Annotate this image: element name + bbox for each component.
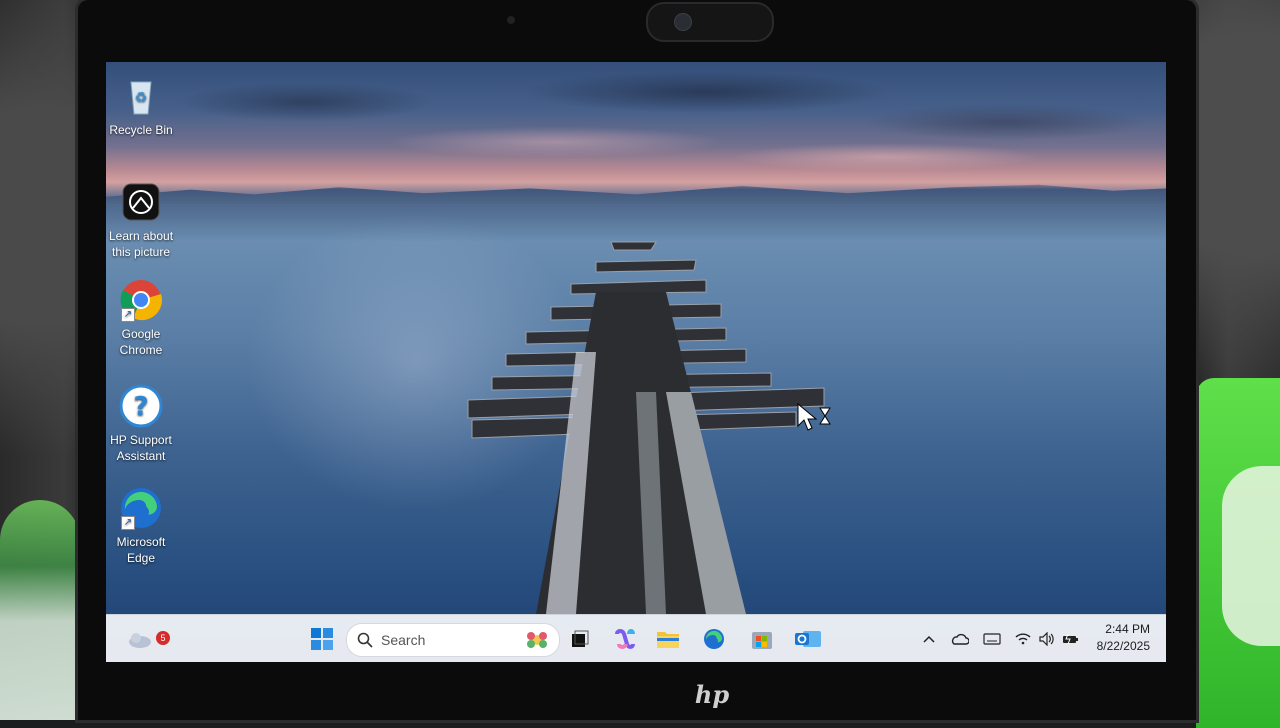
volume-button[interactable] [1036,623,1058,655]
search-icon [357,632,373,648]
recycle-bin-icon: ♻ [119,74,163,118]
desktop-icon-learn-about-picture[interactable]: Learn about this picture [106,180,181,260]
store-button[interactable] [746,623,778,655]
edge-icon: ↗ [119,486,163,530]
desktop-icon-microsoft-edge[interactable]: ↗ Microsoft Edge [106,486,181,566]
desktop-icon-label: Recycle Bin [109,123,173,137]
edge-taskbar-button[interactable] [698,623,730,655]
desktop-icon-label: Learn about [108,229,174,243]
file-explorer-icon [657,632,679,648]
chrome-icon: ↗ [119,278,163,322]
show-hidden-icons-button[interactable] [918,623,940,655]
file-explorer-button[interactable] [652,623,684,655]
desktop-icon-google-chrome[interactable]: ↗ Google Chrome [106,278,181,358]
desktop-icon-label: this picture [111,245,171,259]
wifi-icon [1015,633,1031,645]
taskbar: 5 Search 2:44 PM 8/22/2025 [106,614,1166,662]
svg-text:♻: ♻ [135,89,148,105]
outlook-button[interactable] [790,623,826,655]
desktop-icon-label: Chrome [119,343,163,357]
clock-date: 8/22/2025 [1096,639,1150,653]
notification-badge: 5 [156,631,170,645]
outlook-icon [795,631,821,647]
task-view-button[interactable] [564,623,596,655]
battery-icon [1063,633,1078,645]
desktop-icon-label: Google [121,327,161,341]
battery-button[interactable] [1060,623,1082,655]
camera-light [507,16,515,24]
desktop-screen: ♻ Recycle Bin Learn about this picture ↗ [106,62,1166,662]
desktop-icon-recycle-bin[interactable]: ♻ Recycle Bin [106,74,181,138]
green-object-decoration [1196,378,1280,728]
onedrive-tray-button[interactable] [948,623,972,655]
edge-icon [704,629,724,649]
network-button[interactable] [1012,623,1034,655]
volume-icon [1039,632,1054,646]
plant-decoration [0,500,80,720]
desktop-icon-label: HP Support [110,433,172,447]
chevron-up-icon [923,635,935,643]
touch-keyboard-button[interactable] [980,623,1004,655]
hp-logo: hp [694,680,730,709]
desktop-icon-label: Assistant [116,449,166,463]
camera-icon [119,180,163,224]
help-icon: ? [119,384,163,428]
keyboard-icon [983,633,1001,645]
desktop-icon-hp-support-assistant[interactable]: ? HP Support Assistant [106,384,181,464]
svg-text:?: ? [133,392,148,422]
wallpaper-pier [467,241,825,614]
clock-time: 2:44 PM [1105,622,1150,636]
search-highlight-icon [527,632,547,648]
start-button[interactable] [306,623,338,655]
task-view-icon [572,630,589,647]
shortcut-arrow-icon: ↗ [121,516,135,530]
search-box[interactable]: Search [346,623,560,657]
onedrive-icon [951,633,969,645]
mouse-cursor-busy [796,402,836,441]
weather-icon [129,633,151,648]
copilot-button[interactable] [608,623,640,655]
store-icon [752,632,772,649]
start-icon [311,628,333,650]
shortcut-arrow-icon: ↗ [121,308,135,322]
desktop-icon-label: Edge [126,551,156,565]
copilot-icon [615,629,635,649]
webcam [646,2,774,42]
search-placeholder: Search [381,632,426,648]
weather-widget[interactable]: 5 [124,623,170,655]
system-clock[interactable]: 2:44 PM 8/22/2025 [1097,621,1150,655]
desktop-icon-label: Microsoft [116,535,166,549]
